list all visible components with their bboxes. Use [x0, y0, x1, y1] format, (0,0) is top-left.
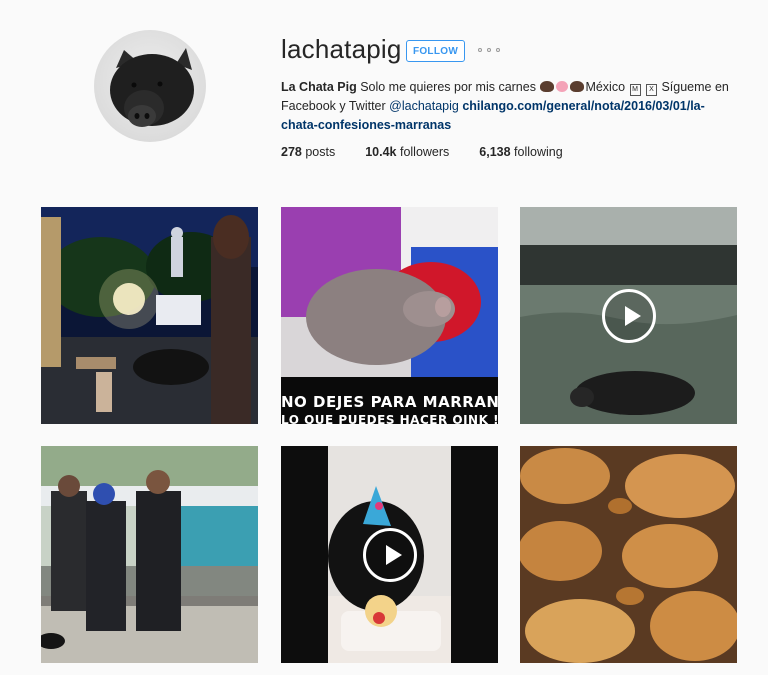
profile-avatar[interactable]	[94, 30, 206, 142]
post-caption-overlay: LO QUE PUEDES HACER OINK !	[281, 413, 498, 424]
profile-username: lachatapig	[281, 34, 402, 64]
ellipsis-icon[interactable]	[478, 44, 500, 56]
posts-count: 278	[281, 145, 302, 159]
letter-m-emoji-icon: M	[629, 84, 641, 96]
following-count: 6,138	[479, 145, 511, 159]
post-image	[41, 446, 258, 663]
post-thumbnail[interactable]	[41, 446, 258, 663]
post-caption-overlay: NO DEJES PARA MARRANA...	[281, 393, 498, 411]
post-thumbnail[interactable]: NO DEJES PARA MARRANA... LO QUE PUEDES H…	[281, 207, 498, 424]
pig-emoji-icon	[570, 81, 585, 92]
follow-button[interactable]: FOLLOW	[406, 40, 465, 62]
bio-text: Solo me quieres por mis carnes	[356, 80, 540, 94]
pig-emoji-icon	[540, 81, 555, 92]
dot-icon	[496, 48, 500, 52]
followers-count: 10.4k	[365, 145, 397, 159]
play-icon[interactable]	[362, 527, 417, 582]
post-thumbnail[interactable]	[281, 446, 498, 663]
post-thumbnail[interactable]	[520, 446, 737, 663]
posts-stat: 278 posts	[281, 145, 335, 159]
pig-avatar-image	[110, 48, 194, 127]
dot-icon	[478, 48, 482, 52]
followers-stat[interactable]: 10.4k followers	[365, 145, 449, 159]
dot-icon	[487, 48, 491, 52]
bio-mention-link[interactable]: @lachatapig	[389, 99, 459, 113]
followers-label: followers	[396, 145, 450, 159]
post-thumbnail[interactable]	[520, 207, 737, 424]
posts-label: posts	[301, 145, 336, 159]
post-image	[520, 446, 737, 663]
post-image	[41, 207, 258, 424]
following-label: following	[510, 145, 563, 159]
profile-full-name: La Chata Pig	[281, 80, 357, 94]
profile-bio: La Chata Pig Solo me quieres por mis car…	[281, 78, 731, 135]
pig-face-emoji-icon	[556, 81, 569, 92]
following-stat[interactable]: 6,138 following	[479, 145, 562, 159]
post-thumbnail[interactable]	[41, 207, 258, 424]
profile-stats: 278 posts 10.4k followers 6,138 followin…	[281, 145, 593, 159]
play-icon[interactable]	[601, 288, 656, 343]
bio-location: México	[585, 80, 629, 94]
post-image	[281, 207, 498, 424]
letter-x-emoji-icon: X	[646, 84, 657, 96]
